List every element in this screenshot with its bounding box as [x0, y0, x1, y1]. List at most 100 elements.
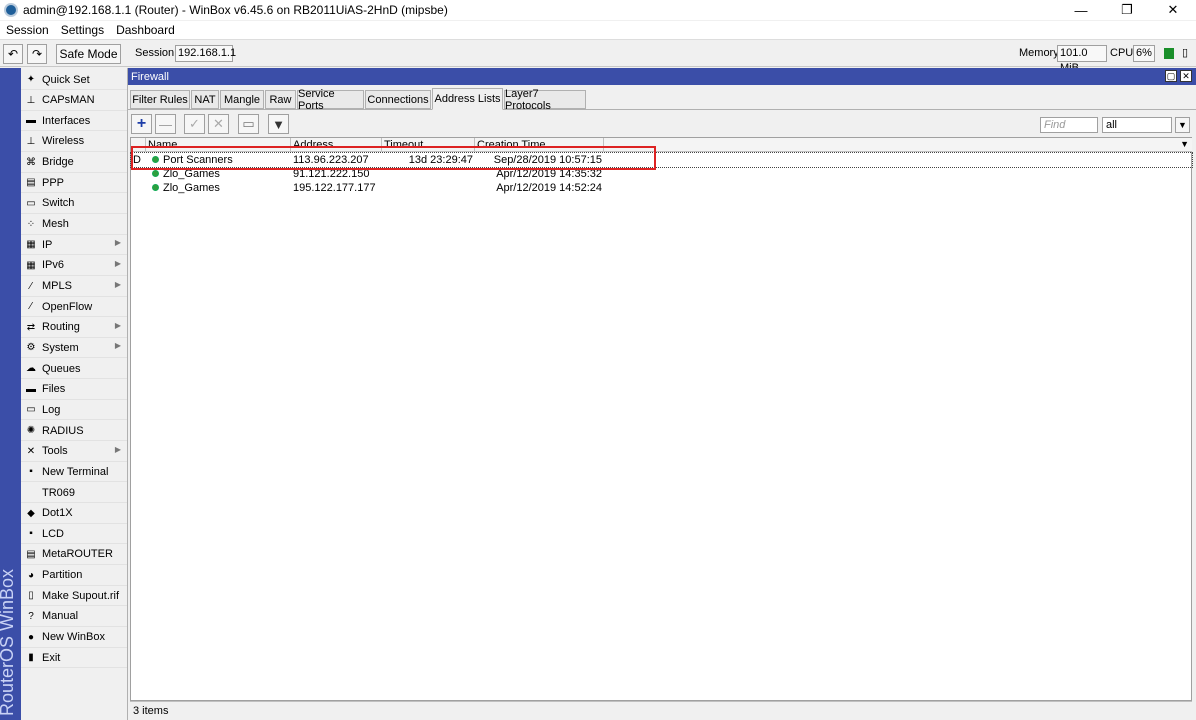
sidebar-item-quick-set[interactable]: ✦ Quick Set	[21, 70, 127, 90]
sidebar-item-tr069[interactable]: TR069	[21, 483, 127, 503]
supout-icon: ▯	[28, 590, 34, 602]
quick-set-icon: ✦	[26, 74, 36, 85]
sidebar-item-ip[interactable]: ▦ IP ▶	[21, 235, 127, 256]
window-titlebar: admin@192.168.1.1 (Router) - WinBox v6.4…	[0, 0, 1196, 20]
switch-icon: ▭	[26, 197, 36, 209]
list-name: Zlo_Games	[163, 182, 220, 194]
sidebar-item-queues[interactable]: ☁ Queues	[21, 359, 127, 380]
tab-layer7-protocols[interactable]: Layer7 Protocols	[504, 88, 586, 112]
capsman-icon: ⊥	[26, 94, 36, 106]
sidebar-item-label: Interfaces	[42, 114, 91, 127]
sidebar-item-lcd[interactable]: ▪ LCD	[21, 524, 127, 545]
filter-dropdown-icon[interactable]: ▼	[1175, 117, 1190, 133]
tab-address-lists[interactable]: Address Lists	[432, 88, 503, 110]
sidebar-item-new-winbox[interactable]: ● New WinBox	[21, 628, 127, 648]
tab-connections[interactable]: Connections	[365, 90, 431, 109]
sidebar-item-files[interactable]: ▬ Files	[21, 380, 127, 400]
sidebar-item-mpls[interactable]: ⁄ MPLS ▶	[21, 277, 127, 297]
tab-raw[interactable]: Raw	[265, 90, 296, 109]
add-button[interactable]: +	[131, 114, 152, 134]
firewall-close-icon[interactable]: ✕	[1180, 70, 1192, 82]
sidebar-item-new-terminal[interactable]: ▪ New Terminal	[21, 462, 127, 483]
sidebar-item-label: OpenFlow	[42, 300, 93, 313]
sidebar-item-label: New WinBox	[42, 631, 105, 644]
safe-mode-button[interactable]: Safe Mode	[56, 44, 121, 64]
redo-button[interactable]: ↷	[27, 44, 47, 64]
ipv6-icon: ▦	[26, 259, 36, 271]
disable-button[interactable]: ✕	[208, 114, 229, 134]
sidebar-item-partition[interactable]: ◕ Partition	[21, 566, 127, 586]
columns-menu-icon[interactable]: ▼	[1180, 139, 1189, 149]
log-icon: ▭	[26, 404, 36, 416]
sidebar-item-label: RADIUS	[42, 424, 84, 437]
sidebar-item-wireless[interactable]: ⊥ Wireless	[21, 132, 127, 152]
sidebar-item-label: MPLS	[42, 280, 72, 292]
sidebar-item-system[interactable]: ⚙ System ▶	[21, 338, 127, 359]
sidebar-item-label: PPP	[42, 176, 65, 189]
highlight-box	[131, 146, 656, 170]
sidebar-item-switch[interactable]: ▭ Switch	[21, 194, 127, 214]
tab-mangle[interactable]: Mangle	[220, 90, 264, 109]
exit-icon: ▮	[28, 652, 34, 664]
sidebar-item-label: IP	[42, 238, 53, 251]
status-led-icon	[1164, 48, 1174, 59]
brand-strip: RouterOS WinBox	[0, 68, 21, 720]
sidebar-item-exit[interactable]: ▮ Exit	[21, 648, 127, 669]
close-button[interactable]: ✕	[1150, 0, 1196, 20]
address-list-table: Name Address Timeout Creation Time ▼ D Po…	[130, 137, 1193, 701]
lock-icon[interactable]: ▯	[1178, 46, 1192, 60]
table-row[interactable]: Zlo_Games 195.122.177.177 Apr/12/2019 14:5…	[131, 181, 1192, 195]
menu-session[interactable]: Session	[0, 23, 55, 37]
enable-button[interactable]: ✓	[184, 114, 205, 134]
filter-icon[interactable]: ▼	[268, 114, 289, 134]
tab-nat[interactable]: NAT	[191, 90, 219, 109]
menu-settings[interactable]: Settings	[55, 23, 110, 37]
sidebar-item-tools[interactable]: ✕ Tools ▶	[21, 442, 127, 462]
sidebar-item-mesh[interactable]: ⁘ Mesh	[21, 215, 127, 235]
sidebar-item-bridge[interactable]: ⌘ Bridge	[21, 153, 127, 173]
filter-select[interactable]: all	[1102, 117, 1172, 133]
sidebar-item-log[interactable]: ▭ Log	[21, 400, 127, 421]
undo-button[interactable]: ↶	[3, 44, 23, 64]
submenu-arrow-icon: ▶	[114, 279, 121, 289]
manual-icon: ?	[28, 610, 34, 622]
sidebar-item-ppp[interactable]: ▤ PPP	[21, 173, 127, 194]
maximize-button[interactable]: ❐	[1104, 0, 1150, 20]
menu-dashboard[interactable]: Dashboard	[110, 23, 181, 37]
sidebar-item-label: Dot1X	[42, 507, 73, 520]
comment-button[interactable]: ▭	[238, 114, 259, 134]
sidebar-item-radius[interactable]: ✺ RADIUS	[21, 421, 127, 442]
sidebar-item-manual[interactable]: ? Manual	[21, 607, 127, 627]
blank-icon	[24, 486, 38, 499]
sidebar-item-metarouter[interactable]: ▤ MetaROUTER	[21, 545, 127, 565]
mpls-icon: ⁄	[30, 280, 32, 292]
sidebar-item-capsman[interactable]: ⊥ CAPsMAN	[21, 91, 127, 111]
menu-bar: Session Settings Dashboard	[0, 21, 1196, 40]
sidebar-item-label: TR069	[42, 486, 76, 499]
tab-filter-rules[interactable]: Filter Rules	[130, 90, 190, 109]
sidebar-item-make-supout-rif[interactable]: ▯ Make Supout.rif	[21, 586, 127, 607]
sidebar-item-label: Make Supout.rif	[42, 589, 120, 602]
sidebar-item-interfaces[interactable]: ▬ Interfaces	[21, 111, 127, 132]
sidebar-item-ipv6[interactable]: ▦ IPv6 ▶	[21, 256, 127, 276]
sidebar-item-label: Routing	[42, 321, 80, 334]
sidebar-item-label: Queues	[42, 362, 81, 375]
files-icon: ▬	[26, 383, 36, 395]
tab-service-ports[interactable]: Service Ports	[297, 88, 364, 112]
minimize-button[interactable]: —	[1058, 0, 1104, 20]
firewall-title: Firewall	[131, 70, 169, 83]
submenu-arrow-icon: ▶	[114, 341, 121, 351]
find-input[interactable]: Find	[1040, 117, 1098, 133]
sidebar-item-dot1x[interactable]: ◆ Dot1X	[21, 504, 127, 524]
sidebar-item-routing[interactable]: ⇄ Routing ▶	[21, 318, 127, 338]
sidebar-item-label: New Terminal	[42, 465, 109, 478]
firewall-window-header: Firewall ▢ ✕	[128, 68, 1196, 85]
sidebar-item-openflow[interactable]: ⁄ OpenFlow	[21, 297, 127, 318]
address-cell: 195.122.177.177	[293, 182, 376, 194]
timeout-cell	[382, 181, 473, 195]
restore-icon[interactable]: ▢	[1165, 70, 1177, 82]
remove-button[interactable]: —	[155, 114, 176, 134]
partition-icon: ◕	[27, 569, 35, 581]
session-field[interactable]: 192.168.1.1	[175, 45, 236, 62]
sidebar-item-label: Exit	[42, 651, 61, 664]
